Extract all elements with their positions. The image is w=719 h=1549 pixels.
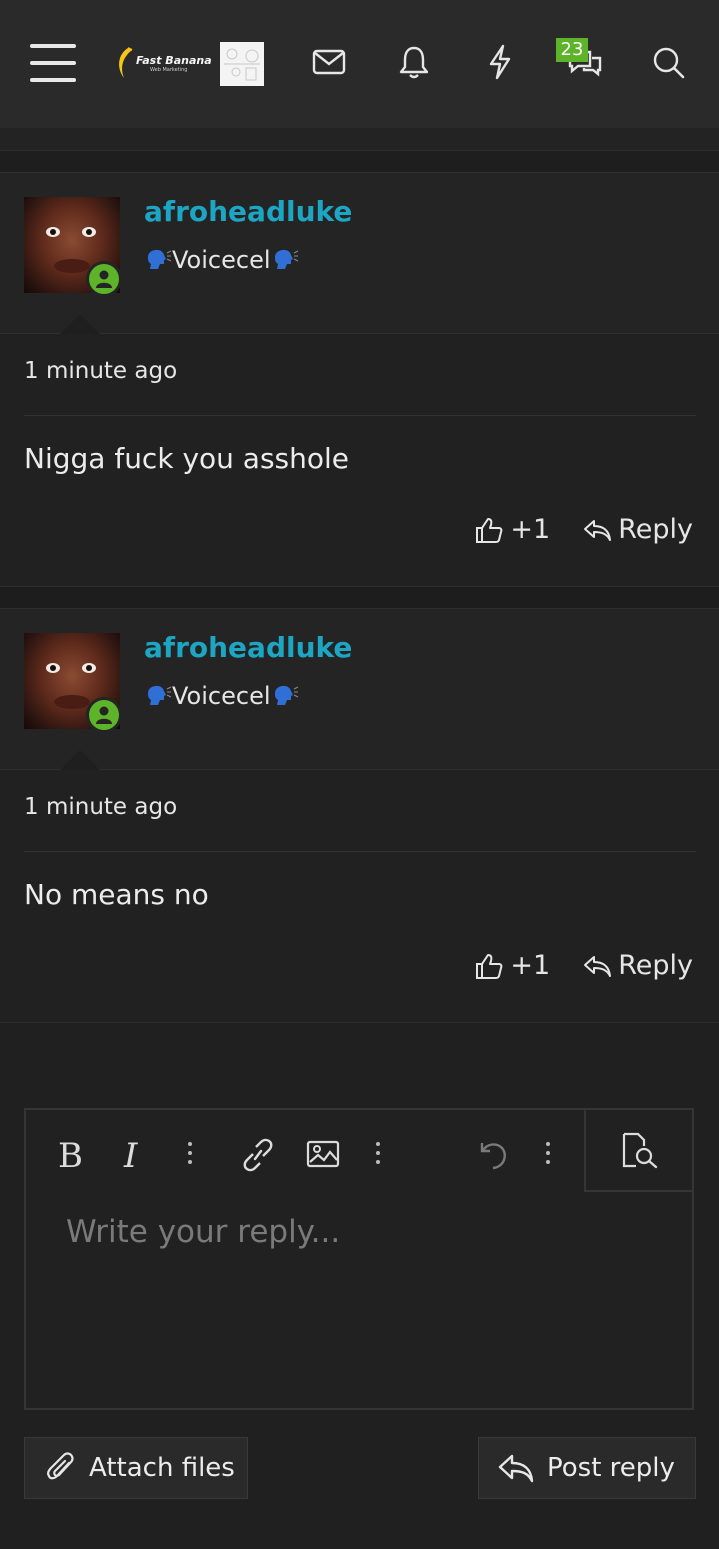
username-link[interactable]: afroheadluke: [144, 631, 352, 664]
italic-button[interactable]: I: [124, 1136, 137, 1176]
reply-label: Reply: [618, 950, 693, 981]
link-icon[interactable]: [240, 1138, 276, 1176]
logo-subtext: Web Marketing: [150, 67, 188, 73]
online-status-icon: [86, 697, 122, 733]
reply-button[interactable]: Reply: [582, 950, 693, 981]
bell-icon[interactable]: [398, 44, 430, 84]
spacer: [0, 128, 719, 150]
like-count: +1: [510, 514, 551, 545]
speaking-head-icon: [271, 245, 299, 277]
like-button[interactable]: +1: [474, 514, 550, 545]
lightning-icon[interactable]: [486, 44, 514, 84]
reply-button[interactable]: Reply: [582, 514, 693, 545]
post-item: afroheadluke Voicecel 1 minute ago Nigga…: [0, 172, 719, 586]
logo-text: Fast Banana: [136, 54, 212, 67]
alerts-badge: 23: [556, 38, 588, 62]
image-icon[interactable]: [306, 1140, 340, 1172]
user-title: Voicecel: [144, 245, 299, 277]
top-nav-bar: Fast Banana Web Marketing 23: [0, 0, 719, 128]
speaking-head-icon: [144, 681, 172, 713]
user-block-arrow: [60, 750, 100, 770]
speaking-head-icon: [144, 245, 172, 277]
editor-toolbar: B I: [26, 1110, 586, 1194]
post-actions: +1 Reply: [442, 514, 693, 545]
reply-icon: [584, 519, 612, 541]
post-message: No means no: [24, 878, 209, 911]
divider: [24, 415, 696, 416]
post-user-block: afroheadluke Voicecel: [0, 172, 719, 334]
user-title-text: Voicecel: [172, 246, 271, 274]
post-actions: +1 Reply: [442, 950, 693, 981]
post-item: afroheadluke Voicecel 1 minute ago No me…: [0, 608, 719, 1022]
user-title-text: Voicecel: [172, 682, 271, 710]
like-count: +1: [510, 950, 551, 981]
username-link[interactable]: afroheadluke: [144, 195, 352, 228]
reply-label: Reply: [618, 514, 693, 545]
post-message: Nigga fuck you asshole: [24, 442, 350, 475]
online-status-icon: [86, 261, 122, 297]
undo-icon[interactable]: [476, 1138, 510, 1176]
post-user-block: afroheadluke Voicecel: [0, 608, 719, 770]
reply-editor[interactable]: B I Write your reply...: [24, 1108, 694, 1410]
spacer: [0, 150, 719, 173]
more-options-icon[interactable]: [546, 1142, 550, 1169]
divider: [24, 851, 696, 852]
preview-button[interactable]: [584, 1108, 694, 1192]
post-reply-label: Post reply: [547, 1453, 675, 1483]
reply-input-placeholder[interactable]: Write your reply...: [66, 1214, 340, 1250]
more-insert-options-icon[interactable]: [376, 1142, 380, 1169]
attach-files-button[interactable]: Attach files: [24, 1437, 248, 1499]
paperclip-icon: [47, 1452, 74, 1480]
thumbs-up-icon: [476, 953, 503, 979]
search-icon[interactable]: [652, 46, 686, 84]
speaking-head-icon: [271, 681, 299, 713]
divider: [0, 1022, 719, 1023]
like-button[interactable]: +1: [474, 950, 550, 981]
user-title: Voicecel: [144, 681, 299, 713]
preview-icon: [622, 1132, 658, 1169]
menu-icon[interactable]: [30, 44, 78, 82]
reply-icon: [584, 955, 612, 977]
attach-files-label: Attach files: [89, 1453, 235, 1483]
post-timestamp[interactable]: 1 minute ago: [24, 358, 177, 384]
post-timestamp[interactable]: 1 minute ago: [24, 794, 177, 820]
site-logo[interactable]: Fast Banana Web Marketing: [114, 46, 212, 82]
mail-icon[interactable]: [312, 48, 346, 80]
user-avatar[interactable]: [220, 42, 264, 86]
post-reply-button[interactable]: Post reply: [478, 1437, 696, 1499]
spacer: [0, 587, 719, 608]
more-text-options-icon[interactable]: [188, 1142, 192, 1169]
thumbs-up-icon: [476, 517, 503, 543]
reply-icon: [498, 1454, 534, 1483]
banana-icon: [119, 47, 133, 78]
bold-button[interactable]: B: [58, 1136, 83, 1176]
user-block-arrow: [60, 314, 100, 334]
